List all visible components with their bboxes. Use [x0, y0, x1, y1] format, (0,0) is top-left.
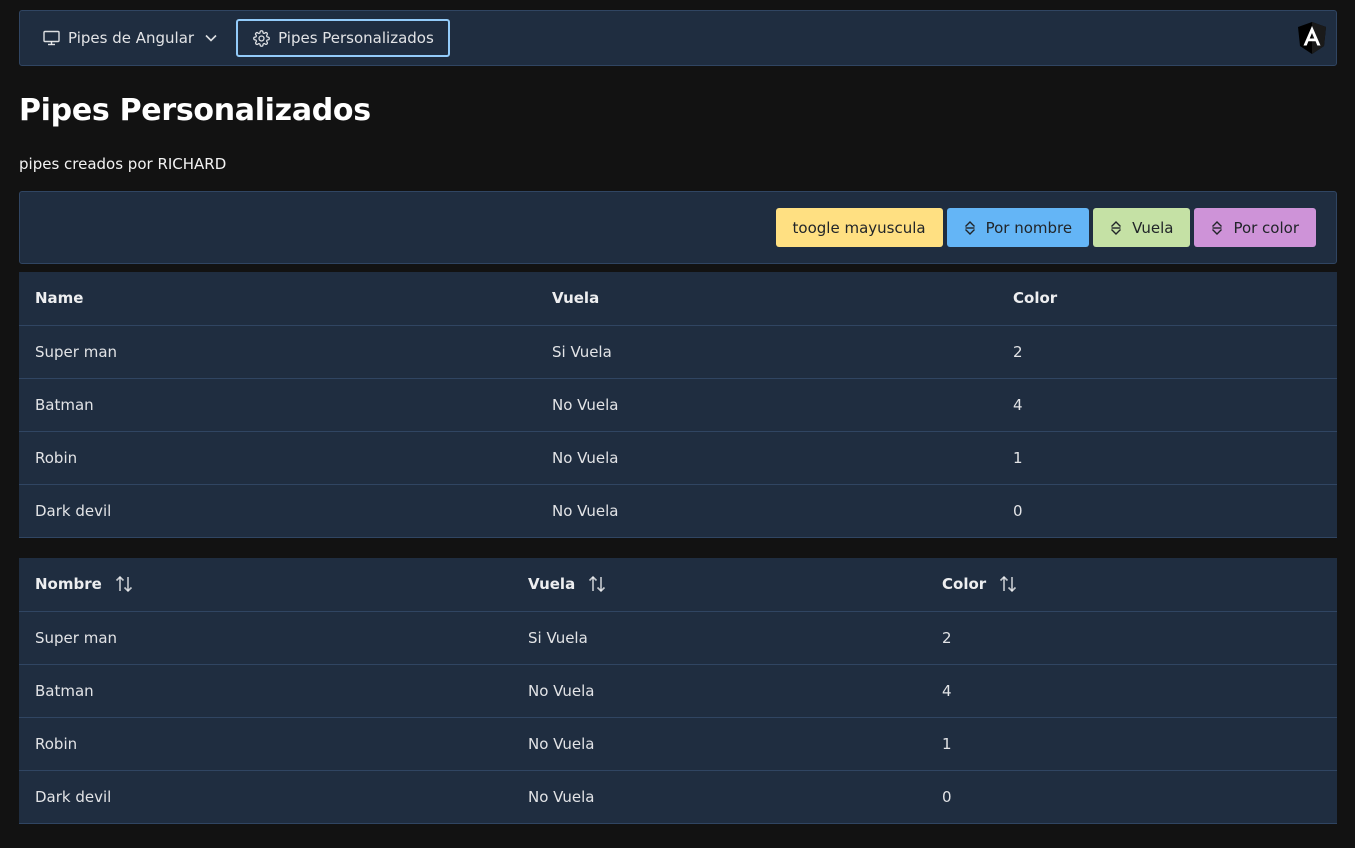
toolbar: toogle mayuscula Por nombre Vuela Por co…	[19, 191, 1337, 264]
cell-name: Robin	[19, 717, 512, 771]
button-label: Por color	[1233, 218, 1299, 237]
menu-item-pipes-angular[interactable]: Pipes de Angular	[28, 19, 232, 57]
button-label: Vuela	[1132, 218, 1174, 237]
cell-color: 1	[926, 717, 1337, 771]
menu-item-label: Pipes Personalizados	[278, 29, 434, 47]
cell-flies: No Vuela	[512, 664, 926, 718]
column-header-flies: Vuela	[536, 272, 997, 326]
column-header-label: Vuela	[528, 575, 576, 594]
cell-color: 0	[926, 770, 1337, 824]
cell-flies: Si Vuela	[536, 325, 997, 379]
page-subtitle: pipes creados por RICHARD	[19, 155, 227, 173]
column-header-label: Color	[942, 575, 987, 594]
sort-alt-icon	[115, 575, 133, 593]
button-label: toogle mayuscula	[792, 218, 926, 237]
cell-color: 2	[997, 325, 1337, 379]
menu-item-label: Pipes de Angular	[68, 29, 195, 47]
table-row: Batman No Vuela 4	[19, 664, 1337, 718]
cell-flies: No Vuela	[536, 378, 997, 432]
cell-name: Super man	[19, 325, 536, 379]
table-row: Robin No Vuela 1	[19, 431, 1337, 485]
cell-name: Super man	[19, 611, 512, 665]
menubar: Pipes de Angular Pipes Personalizados	[19, 10, 1337, 66]
gear-icon	[252, 29, 270, 47]
cell-name: Batman	[19, 664, 512, 718]
page-title: Pipes Personalizados	[19, 93, 371, 128]
table-row: Dark devil No Vuela 0	[19, 770, 1337, 824]
table-header-row: Name Vuela Color	[19, 272, 1337, 326]
cell-flies: Si Vuela	[512, 611, 926, 665]
cell-flies: No Vuela	[512, 717, 926, 771]
cell-color: 4	[997, 378, 1337, 432]
table-row: Super man Si Vuela 2	[19, 611, 1337, 665]
sort-by-flies-button[interactable]: Vuela	[1093, 208, 1191, 247]
desktop-icon	[42, 29, 60, 47]
page-container: Pipes de Angular Pipes Personalizados Pi…	[19, 10, 1337, 824]
sort-icon	[1211, 220, 1223, 235]
sort-alt-icon	[999, 575, 1017, 593]
cell-name: Dark devil	[19, 484, 536, 538]
menu-item-pipes-personalizados[interactable]: Pipes Personalizados	[236, 19, 450, 57]
table-row: Dark devil No Vuela 0	[19, 484, 1337, 538]
cell-name: Robin	[19, 431, 536, 485]
cell-flies: No Vuela	[512, 770, 926, 824]
sort-by-name-button[interactable]: Por nombre	[946, 208, 1090, 247]
sortable-heroes-table: Nombre Vuela Color Super man Si Vuela 2 …	[19, 558, 1337, 824]
heroes-table: Name Vuela Color Super man Si Vuela 2 Ba…	[19, 272, 1337, 538]
column-header-name: Name	[19, 272, 536, 326]
cell-color: 0	[997, 484, 1337, 538]
column-header-color: Color	[997, 272, 1337, 326]
column-header-nombre[interactable]: Nombre	[19, 558, 512, 612]
button-label: Por nombre	[985, 218, 1073, 237]
cell-flies: No Vuela	[536, 484, 997, 538]
cell-color: 1	[997, 431, 1337, 485]
cell-flies: No Vuela	[536, 431, 997, 485]
sort-alt-icon	[588, 575, 606, 593]
column-header-vuela[interactable]: Vuela	[512, 558, 926, 612]
column-header-color[interactable]: Color	[926, 558, 1337, 612]
cell-name: Batman	[19, 378, 536, 432]
cell-name: Dark devil	[19, 770, 512, 824]
column-header-label: Nombre	[35, 575, 102, 594]
table-row: Batman No Vuela 4	[19, 378, 1337, 432]
sort-icon	[964, 220, 976, 235]
toggle-uppercase-button[interactable]: toogle mayuscula	[775, 208, 943, 247]
table-header-row: Nombre Vuela Color	[19, 558, 1337, 612]
cell-color: 4	[926, 664, 1337, 718]
angular-logo	[1298, 22, 1326, 54]
sort-icon	[1110, 220, 1122, 235]
table-row: Robin No Vuela 1	[19, 717, 1337, 771]
chevron-down-icon	[204, 31, 218, 45]
sort-by-color-button[interactable]: Por color	[1194, 208, 1316, 247]
table-row: Super man Si Vuela 2	[19, 325, 1337, 379]
cell-color: 2	[926, 611, 1337, 665]
